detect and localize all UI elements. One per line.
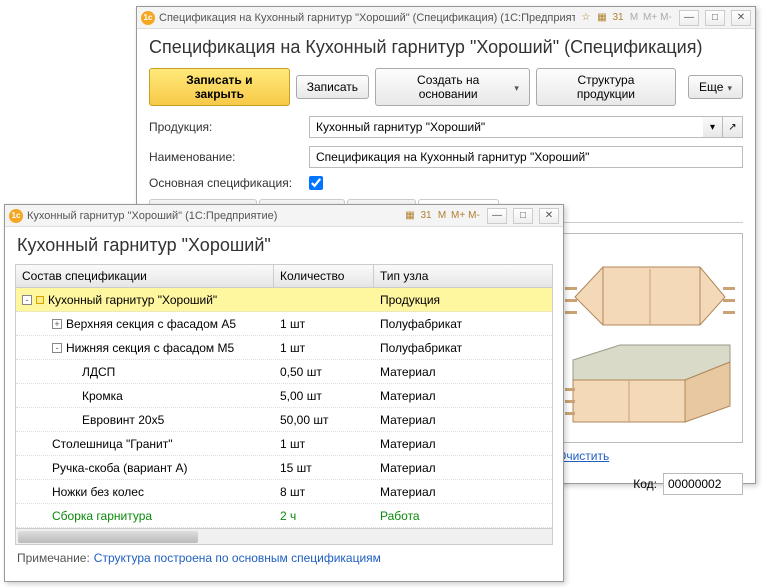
maximize-button[interactable]: □ [705, 10, 725, 26]
app-icon: 1c [141, 11, 155, 25]
save-close-button[interactable]: Записать и закрыть [149, 68, 290, 106]
row-qty: 8 шт [274, 485, 374, 499]
table-row[interactable]: ЛДСП 0,50 штМатериал [16, 360, 552, 384]
maximize-button[interactable]: □ [513, 208, 533, 224]
table-row[interactable]: Ручка-скоба (вариант А) 15 штМатериал [16, 456, 552, 480]
cabinet-lower-icon [565, 340, 735, 430]
chevron-down-icon [514, 80, 519, 94]
row-type: Продукция [374, 293, 552, 307]
name-field[interactable] [309, 146, 743, 168]
row-name: Нижняя секция с фасадом М5 [66, 341, 234, 355]
col-type[interactable]: Тип узла [374, 265, 552, 287]
table-row[interactable]: Кромка 5,00 штМатериал [16, 384, 552, 408]
table-row[interactable]: Сборка гарнитура 2 чРабота [16, 504, 552, 528]
save-button[interactable]: Записать [296, 75, 369, 99]
sub-window: 1c Кухонный гарнитур "Хороший" (1С:Предп… [4, 204, 564, 582]
calendar-icon[interactable]: 31 [611, 11, 625, 25]
app-icon: 1c [9, 209, 23, 223]
table-row[interactable]: -Нижняя секция с фасадом М5 1 штПолуфабри… [16, 336, 552, 360]
row-qty: 50,00 шт [274, 413, 374, 427]
cabinet-upper-icon [565, 247, 735, 327]
row-name: Евровинт 20x5 [82, 413, 164, 427]
more-button[interactable]: Еще [688, 75, 743, 99]
mplus-icon[interactable]: M+ [451, 209, 465, 223]
row-type: Материал [374, 485, 552, 499]
main-title-text: Спецификация на Кухонный гарнитур "Хорош… [159, 12, 575, 24]
product-label: Продукция: [149, 120, 299, 134]
row-name: Кромка [82, 389, 123, 403]
page-title: Спецификация на Кухонный гарнитур "Хорош… [149, 37, 743, 58]
default-spec-checkbox[interactable] [309, 176, 323, 190]
grid-icon[interactable]: ▦ [403, 209, 417, 223]
m-icon[interactable]: M [627, 11, 641, 25]
row-type: Полуфабрикат [374, 341, 552, 355]
create-from-button[interactable]: Создать на основании [375, 68, 530, 106]
row-type: Полуфабрикат [374, 317, 552, 331]
row-type: Материал [374, 365, 552, 379]
col-spec[interactable]: Состав спецификации [16, 265, 274, 287]
sub-titlebar: 1c Кухонный гарнитур "Хороший" (1С:Предп… [5, 205, 563, 227]
sub-page-title: Кухонный гарнитур "Хороший" [5, 227, 563, 264]
grid-icon[interactable]: ▦ [595, 11, 609, 25]
structure-button[interactable]: Структура продукции [536, 68, 676, 106]
row-qty: 15 шт [274, 461, 374, 475]
code-field[interactable] [663, 473, 743, 495]
expand-icon[interactable]: + [52, 319, 62, 329]
name-label: Наименование: [149, 150, 299, 164]
row-name: Ножки без колес [52, 485, 144, 499]
row-type: Материал [374, 389, 552, 403]
footer-label: Примечание: [17, 551, 90, 565]
default-spec-label: Основная спецификация: [149, 176, 299, 190]
row-qty: 1 шт [274, 317, 374, 331]
mminus-icon[interactable]: M- [659, 11, 673, 25]
row-name: Столешница "Гранит" [52, 437, 172, 451]
minimize-button[interactable]: — [487, 208, 507, 224]
collapse-icon[interactable]: - [52, 343, 62, 353]
code-label: Код: [633, 477, 657, 491]
minimize-button[interactable]: — [679, 10, 699, 26]
mplus-icon[interactable]: M+ [643, 11, 657, 25]
row-type: Материал [374, 461, 552, 475]
row-name: Ручка-скоба (вариант А) [52, 461, 188, 475]
row-qty: 2 ч [274, 509, 374, 523]
table-row[interactable]: Столешница "Гранит" 1 штМатериал [16, 432, 552, 456]
product-field[interactable] [309, 116, 703, 138]
product-open-button[interactable]: ↗ [723, 116, 743, 138]
main-toolbar: Записать и закрыть Записать Создать на о… [149, 68, 743, 106]
m-icon[interactable]: M [435, 209, 449, 223]
table-row[interactable]: Ножки без колес 8 штМатериал [16, 480, 552, 504]
node-icon [36, 296, 44, 304]
row-name: Сборка гарнитура [52, 509, 152, 523]
row-qty: 0,50 шт [274, 365, 374, 379]
row-type: Работа [374, 509, 552, 523]
product-dropdown-button[interactable]: ▾ [703, 116, 723, 138]
close-button[interactable]: ✕ [731, 10, 751, 26]
footer-link[interactable]: Структура построена по основным специфик… [94, 551, 381, 565]
row-type: Материал [374, 413, 552, 427]
horizontal-scrollbar[interactable] [16, 528, 552, 544]
table-row[interactable]: Евровинт 20x5 50,00 штМатериал [16, 408, 552, 432]
collapse-icon[interactable]: - [22, 295, 32, 305]
star-icon[interactable]: ☆ [579, 11, 593, 25]
row-name: ЛДСП [82, 365, 115, 379]
sub-title-text: Кухонный гарнитур "Хороший" (1С:Предприя… [27, 210, 399, 222]
row-qty: 1 шт [274, 341, 374, 355]
row-type: Материал [374, 437, 552, 451]
table-row[interactable]: - Кухонный гарнитур "Хороший" Продукция [16, 288, 552, 312]
calendar-icon[interactable]: 31 [419, 209, 433, 223]
clear-link[interactable]: Очистить [557, 449, 609, 463]
mminus-icon[interactable]: M- [467, 209, 481, 223]
row-name: Верхняя секция с фасадом А5 [66, 317, 236, 331]
chevron-down-icon [727, 80, 732, 94]
close-button[interactable]: ✕ [539, 208, 559, 224]
main-titlebar: 1c Спецификация на Кухонный гарнитур "Хо… [137, 7, 755, 29]
row-qty: 1 шт [274, 437, 374, 451]
preview-image [557, 233, 743, 443]
row-name: Кухонный гарнитур "Хороший" [48, 293, 217, 307]
spec-grid: Состав спецификации Количество Тип узла … [15, 264, 553, 545]
row-qty: 5,00 шт [274, 389, 374, 403]
table-row[interactable]: + Верхняя секция с фасадом А5 1 штПолуфабр… [16, 312, 552, 336]
col-qty[interactable]: Количество [274, 265, 374, 287]
